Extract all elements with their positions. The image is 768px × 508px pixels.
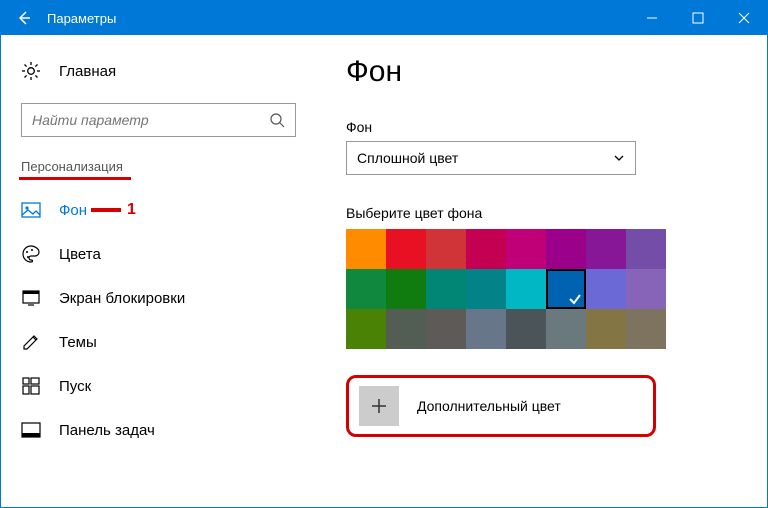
color-swatch[interactable] — [546, 309, 586, 349]
annotation-text: 1 — [127, 201, 136, 219]
color-swatch[interactable] — [426, 269, 466, 309]
themes-icon — [21, 332, 41, 352]
custom-color-button[interactable]: Дополнительный цвет — [346, 375, 656, 437]
window-controls — [629, 1, 767, 35]
close-button[interactable] — [721, 1, 767, 35]
search-box[interactable] — [21, 103, 296, 137]
color-swatch[interactable] — [586, 229, 626, 269]
swatch-label: Выберите цвет фона — [346, 205, 737, 221]
background-label: Фон — [346, 119, 737, 135]
sidebar-item-label: Темы — [59, 334, 97, 351]
sidebar-item-start[interactable]: Пуск — [1, 364, 316, 408]
chevron-down-icon — [613, 152, 625, 164]
color-swatch[interactable] — [506, 229, 546, 269]
window-title: Параметры — [47, 11, 629, 26]
swatch-row — [346, 229, 737, 269]
color-swatch[interactable] — [506, 269, 546, 309]
color-swatch-grid — [346, 229, 737, 349]
sidebar-item-label: Фон — [59, 202, 87, 219]
color-swatch[interactable] — [466, 309, 506, 349]
color-swatch[interactable] — [626, 309, 666, 349]
sidebar-item-taskbar[interactable]: Панель задач — [1, 408, 316, 452]
custom-color-label: Дополнительный цвет — [417, 398, 561, 414]
sidebar-item-lockscreen[interactable]: Экран блокировки — [1, 276, 316, 320]
home-label: Главная — [59, 63, 116, 80]
sidebar-item-label: Экран блокировки — [59, 290, 185, 307]
category-label: Персонализация — [21, 159, 123, 174]
plus-box — [359, 386, 399, 426]
color-swatch[interactable] — [426, 229, 466, 269]
color-swatch[interactable] — [546, 269, 586, 309]
start-icon — [21, 376, 41, 396]
color-swatch[interactable] — [586, 309, 626, 349]
taskbar-icon — [21, 420, 41, 440]
dropdown-value: Сплошной цвет — [357, 150, 458, 166]
minimize-button[interactable] — [629, 1, 675, 35]
sidebar-item-colors[interactable]: Цвета — [1, 232, 316, 276]
app-body: Главная Персонализация Фон 1 Цвета — [1, 35, 767, 507]
category-header: Персонализация — [1, 155, 316, 178]
check-icon — [568, 292, 582, 306]
swatch-row — [346, 269, 737, 309]
maximize-icon — [692, 12, 704, 24]
maximize-button[interactable] — [675, 1, 721, 35]
color-swatch[interactable] — [546, 229, 586, 269]
sidebar-item-label: Цвета — [59, 246, 101, 263]
annotation-mark-1: 1 — [91, 201, 136, 219]
search-input[interactable] — [32, 112, 269, 128]
page-title: Фон — [346, 55, 737, 89]
close-icon — [738, 12, 750, 24]
color-swatch[interactable] — [386, 309, 426, 349]
color-swatch[interactable] — [426, 309, 466, 349]
titlebar: Параметры — [1, 1, 767, 35]
color-swatch[interactable] — [346, 269, 386, 309]
arrow-left-icon — [16, 10, 32, 26]
color-swatch[interactable] — [466, 269, 506, 309]
color-swatch[interactable] — [626, 269, 666, 309]
minimize-icon — [646, 12, 658, 24]
plus-icon — [370, 397, 388, 415]
palette-icon — [21, 244, 41, 264]
lockscreen-icon — [21, 288, 41, 308]
search-icon — [269, 112, 285, 128]
gear-icon — [21, 61, 41, 81]
swatch-row — [346, 309, 737, 349]
color-swatch[interactable] — [386, 269, 426, 309]
color-swatch[interactable] — [386, 229, 426, 269]
sidebar-item-background[interactable]: Фон 1 — [1, 188, 316, 232]
main-content: Фон Фон Сплошной цвет Выберите цвет фона… — [316, 35, 767, 507]
color-swatch[interactable] — [346, 309, 386, 349]
sidebar-item-themes[interactable]: Темы — [1, 320, 316, 364]
sidebar-item-label: Пуск — [59, 378, 91, 395]
color-swatch[interactable] — [506, 309, 546, 349]
background-dropdown[interactable]: Сплошной цвет — [346, 141, 636, 175]
back-button[interactable] — [1, 1, 47, 35]
sidebar: Главная Персонализация Фон 1 Цвета — [1, 35, 316, 507]
color-swatch[interactable] — [626, 229, 666, 269]
sidebar-item-label: Панель задач — [59, 422, 155, 439]
annotation-underline — [19, 177, 131, 180]
color-swatch[interactable] — [346, 229, 386, 269]
color-swatch[interactable] — [586, 269, 626, 309]
color-swatch[interactable] — [466, 229, 506, 269]
picture-icon — [21, 200, 41, 220]
home-button[interactable]: Главная — [1, 53, 316, 89]
